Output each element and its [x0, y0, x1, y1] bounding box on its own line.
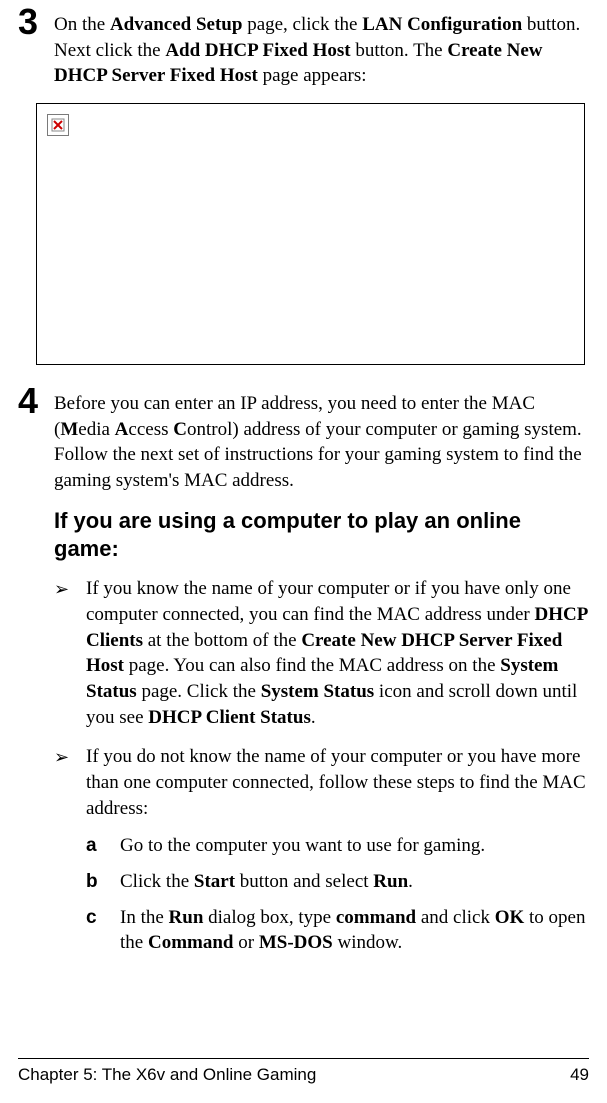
step-body: On the Advanced Setup page, click the LA… [54, 8, 589, 89]
step-3: 3 On the Advanced Setup page, click the … [18, 8, 589, 89]
step-number: 4 [18, 383, 48, 419]
page-footer: Chapter 5: The X6v and Online Gaming 49 [18, 1058, 589, 1085]
sub-letter: a [86, 833, 116, 859]
sub-item-c: c In the Run dialog box, type command an… [86, 905, 589, 956]
sub-text: Click the Start button and select Run. [120, 869, 413, 895]
chapter-title: Chapter 5: The X6v and Online Gaming [18, 1065, 316, 1085]
bullet-text: If you do not know the name of your comp… [86, 744, 589, 965]
list-item: ➢ If you know the name of your computer … [54, 576, 589, 730]
sub-item-b: b Click the Start button and select Run. [86, 869, 589, 895]
arrow-icon: ➢ [54, 577, 72, 601]
sub-text: In the Run dialog box, type command and … [120, 905, 589, 956]
sub-letter: c [86, 905, 116, 931]
bullet-list: ➢ If you know the name of your computer … [54, 576, 589, 965]
list-item: ➢ If you do not know the name of your co… [54, 744, 589, 965]
step-number: 3 [18, 4, 48, 40]
step-4: 4 Before you can enter an IP address, yo… [18, 387, 589, 494]
sub-letter: b [86, 869, 116, 895]
subheading: If you are using a computer to play an o… [54, 507, 589, 562]
sub-list: a Go to the computer you want to use for… [86, 833, 589, 956]
sub-item-a: a Go to the computer you want to use for… [86, 833, 589, 859]
step-body: Before you can enter an IP address, you … [54, 387, 589, 494]
bullet-text: If you know the name of your computer or… [86, 576, 589, 730]
page-number: 49 [570, 1065, 589, 1085]
broken-image-icon [47, 114, 69, 136]
screenshot-placeholder [36, 103, 585, 365]
sub-text: Go to the computer you want to use for g… [120, 833, 485, 859]
arrow-icon: ➢ [54, 745, 72, 769]
